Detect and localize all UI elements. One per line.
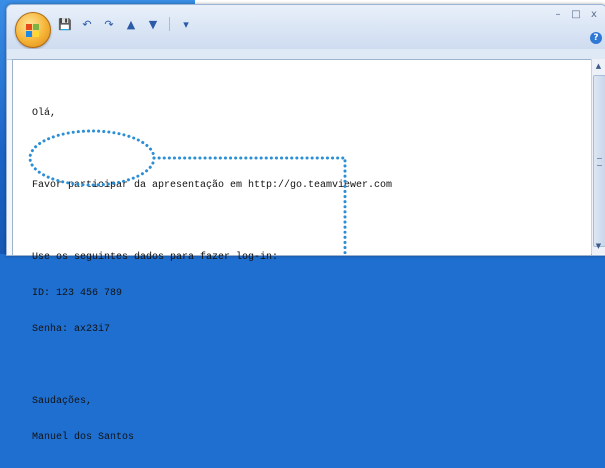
maximize-button[interactable]: □ bbox=[570, 9, 582, 21]
signature-line: Manuel dos Santos bbox=[32, 432, 135, 443]
customize-toolbar-icon[interactable]: ▾ bbox=[178, 16, 194, 32]
office-button[interactable] bbox=[15, 12, 51, 48]
greeting-line: Olá, bbox=[32, 108, 57, 119]
password-line: Senha: ax23i7 bbox=[32, 324, 111, 335]
toolbar-separator bbox=[169, 17, 170, 31]
save-icon[interactable]: 💾 bbox=[57, 16, 73, 32]
redo-icon[interactable]: ↷ bbox=[101, 16, 117, 32]
title-bar: 💾 ↶ ↷ ▲ ▼ ▾ – □ x ? bbox=[7, 5, 605, 50]
quick-access-toolbar: 💾 ↶ ↷ ▲ ▼ ▾ bbox=[57, 14, 194, 34]
arrow-down-icon[interactable]: ▼ bbox=[145, 16, 161, 32]
window-controls: – □ x bbox=[552, 9, 600, 21]
message-text: Olá, Favor participar da apresentação em… bbox=[32, 84, 392, 468]
invite-line: Favor participar da apresentação em http… bbox=[32, 180, 393, 191]
help-icon[interactable]: ? bbox=[590, 32, 602, 44]
office-logo-icon bbox=[26, 24, 39, 37]
scroll-thumb[interactable] bbox=[593, 75, 605, 247]
arrow-up-icon[interactable]: ▲ bbox=[123, 16, 139, 32]
closing-line: Saudações, bbox=[32, 396, 93, 407]
close-button[interactable]: x bbox=[588, 9, 600, 21]
id-line: ID: 123 456 789 bbox=[32, 288, 123, 299]
scroll-up-icon[interactable]: ▲ bbox=[593, 61, 604, 72]
message-body[interactable]: Olá, Favor participar da apresentação em… bbox=[12, 59, 592, 443]
thumb-grip-icon bbox=[597, 158, 602, 166]
vertical-scrollbar[interactable]: ▲ ▼ bbox=[591, 59, 605, 254]
undo-icon[interactable]: ↶ bbox=[79, 16, 95, 32]
minimize-button[interactable]: – bbox=[552, 9, 564, 21]
scroll-down-icon[interactable]: ▼ bbox=[593, 241, 604, 252]
